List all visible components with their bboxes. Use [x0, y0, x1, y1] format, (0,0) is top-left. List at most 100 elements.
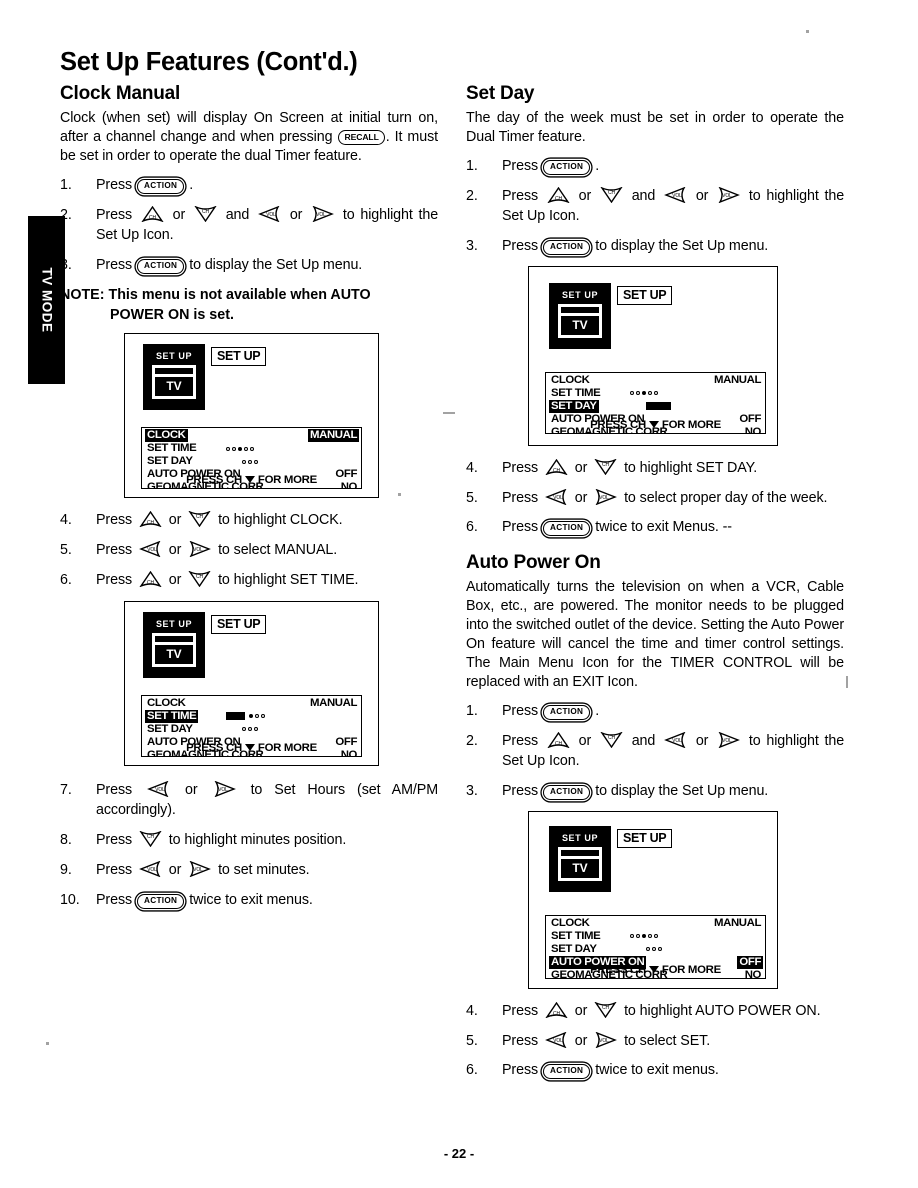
svg-text:VOL: VOL [599, 495, 609, 501]
osd-row-clock[interactable]: CLOCK MANUAL [546, 917, 765, 930]
list-item: 4. Press CH or CH to highlight CLOCK. [60, 510, 438, 531]
dot [658, 947, 662, 952]
osd-label-clock: CLOCK [147, 696, 186, 709]
list-item: 5. Press VOL or VOL to select SET. [466, 1031, 844, 1052]
osd-row-set-time[interactable]: SET TIME [546, 387, 765, 400]
step-text-end: to highlight AUTO POWER ON. [624, 1002, 821, 1019]
ch-up-arrow-icon: CH [141, 205, 164, 222]
svg-text:CH: CH [602, 462, 610, 468]
svg-text:VOL: VOL [218, 787, 228, 793]
osd-menu: CLOCK MANUAL SET TIME SET DAY AUTO POWER… [545, 914, 766, 979]
step-number: 5. [466, 489, 478, 506]
note-auto-power-on: NOTE: This menu is not available when AU… [60, 285, 438, 326]
dot [652, 947, 656, 952]
step-text: and [631, 732, 656, 749]
osd-row-set-time[interactable]: SET TIME [142, 442, 361, 455]
note-label: NOTE: [60, 286, 105, 303]
step-text: Press [96, 177, 133, 193]
osd-menu: CLOCK MANUAL SET TIME SET DAY AUTO POWER… [141, 694, 362, 757]
set-day-dots [242, 723, 258, 736]
list-item: 7. Press VOL or VOL to Set Hours (set AM… [60, 780, 438, 821]
list-item: 4. Press CH or CH to highlight AUTO POWE… [466, 1001, 844, 1022]
osd-footer-text1: PRESS CH [590, 418, 646, 431]
vol-left-arrow-icon: VOL [544, 1031, 568, 1048]
vol-left-arrow-icon: VOL [664, 186, 687, 203]
dot [244, 446, 248, 451]
chevron-down-icon [648, 965, 659, 973]
osd-row-clock[interactable]: CLOCK MANUAL [142, 697, 361, 710]
setup-icon-tv-text: TV [166, 646, 182, 661]
step-text-end: to select proper day of the week. [624, 489, 828, 506]
step-text: or [574, 1002, 588, 1019]
step-number: 1. [60, 177, 72, 193]
step-number: 4. [466, 1002, 478, 1019]
step-number: 3. [466, 783, 478, 800]
step-text: Press [96, 781, 133, 798]
step-text-end: . [595, 158, 600, 174]
step-text-end: . [595, 703, 600, 720]
ch-down-arrow-icon: CH [600, 186, 623, 203]
action-button-icon: ACTION [543, 705, 591, 721]
step-number: 5. [466, 1032, 478, 1049]
dot [261, 714, 265, 719]
tv-screen-clock-highlighted: SET UP TV SET UP CLOCK MANUAL SET TIME S… [124, 333, 379, 499]
list-item: 4. Press CH or CH to highlight SET DAY. [466, 458, 844, 479]
setup-icon-label: SET UP [155, 618, 193, 629]
list-item: 6. Press CH or CH to highlight SET TIME. [60, 570, 438, 591]
step-text-end: . [189, 177, 194, 193]
auto-power-on-steps-1-3: 1. Press ACTION. 2. Press CH or CH and VO… [466, 701, 844, 802]
step-text: Press [502, 238, 539, 255]
osd-row-set-day[interactable]: SET DAY [142, 455, 361, 468]
osd-label-set-time: SET TIME [147, 442, 197, 455]
osd-row-set-day[interactable]: SET DAY [142, 723, 361, 736]
list-item: 1. Press ACTION. [60, 175, 438, 196]
list-item: 5. Press VOL or VOL to select MANUAL. [60, 540, 438, 561]
osd-row-clock[interactable]: CLOCK MANUAL [142, 429, 361, 443]
step-text-end: to highlight minutes position. [168, 832, 347, 849]
list-item: 3. Press ACTION to display the Set Up menu… [60, 255, 438, 276]
step-number: 6. [60, 571, 72, 588]
osd-value-clock: MANUAL [714, 916, 761, 929]
osd-row-clock[interactable]: CLOCK MANUAL [546, 374, 765, 387]
dot [636, 934, 640, 939]
ch-up-arrow-icon: CH [547, 731, 570, 748]
tv-box-icon: TV [152, 365, 196, 400]
setup-icon: SET UP TV [549, 825, 611, 892]
set-day-steps-1-3: 1. Press ACTION. 2. Press CH or CH and VO… [466, 156, 844, 257]
svg-text:CH: CH [147, 580, 155, 586]
step-text: Press [502, 158, 539, 174]
step-text-end: to display the Set Up menu. [595, 238, 769, 255]
svg-text:VOL: VOL [722, 738, 732, 744]
clock-manual-steps-4-6: 4. Press CH or CH to highlight CLOCK. 5.… [60, 510, 438, 590]
vol-left-arrow-icon: VOL [138, 541, 162, 558]
svg-text:VOL: VOL [193, 867, 203, 873]
ch-up-arrow-icon: CH [545, 1001, 568, 1018]
list-item: 9. Press VOL or VOL to set minutes. [60, 860, 438, 881]
osd-row-set-day[interactable]: SET DAY [546, 399, 765, 413]
ch-up-arrow-icon: CH [139, 570, 162, 587]
step-number: 9. [60, 861, 72, 878]
step-text: or [578, 187, 592, 204]
step-text: Press [502, 519, 539, 536]
tv-box-icon: TV [558, 303, 602, 338]
clock-manual-steps-7-10: 7. Press VOL or VOL to Set Hours (set AM… [60, 780, 438, 911]
step-text: Press [96, 832, 133, 849]
svg-text:CH: CH [196, 514, 204, 520]
dot [646, 947, 650, 952]
step-text: or [574, 459, 588, 476]
scan-speck [443, 412, 455, 414]
step-text: Press [502, 783, 539, 800]
auto-power-on-intro: Automatically turns the television on wh… [466, 579, 844, 691]
step-text-end: to select MANUAL. [218, 542, 338, 559]
osd-row-set-time[interactable]: SET TIME [142, 709, 361, 723]
vol-right-arrow-icon: VOL [717, 731, 741, 748]
list-item: 6. Press ACTION twice to exit Menus. -- [466, 517, 844, 538]
set-day-dots [646, 400, 673, 413]
svg-text:CH: CH [147, 520, 155, 526]
step-number: 5. [60, 542, 72, 559]
svg-text:VOL: VOL [722, 193, 732, 199]
dot [654, 391, 658, 396]
osd-row-set-day[interactable]: SET DAY [546, 943, 765, 956]
action-button-icon: ACTION [543, 160, 591, 175]
osd-row-set-time[interactable]: SET TIME [546, 930, 765, 943]
